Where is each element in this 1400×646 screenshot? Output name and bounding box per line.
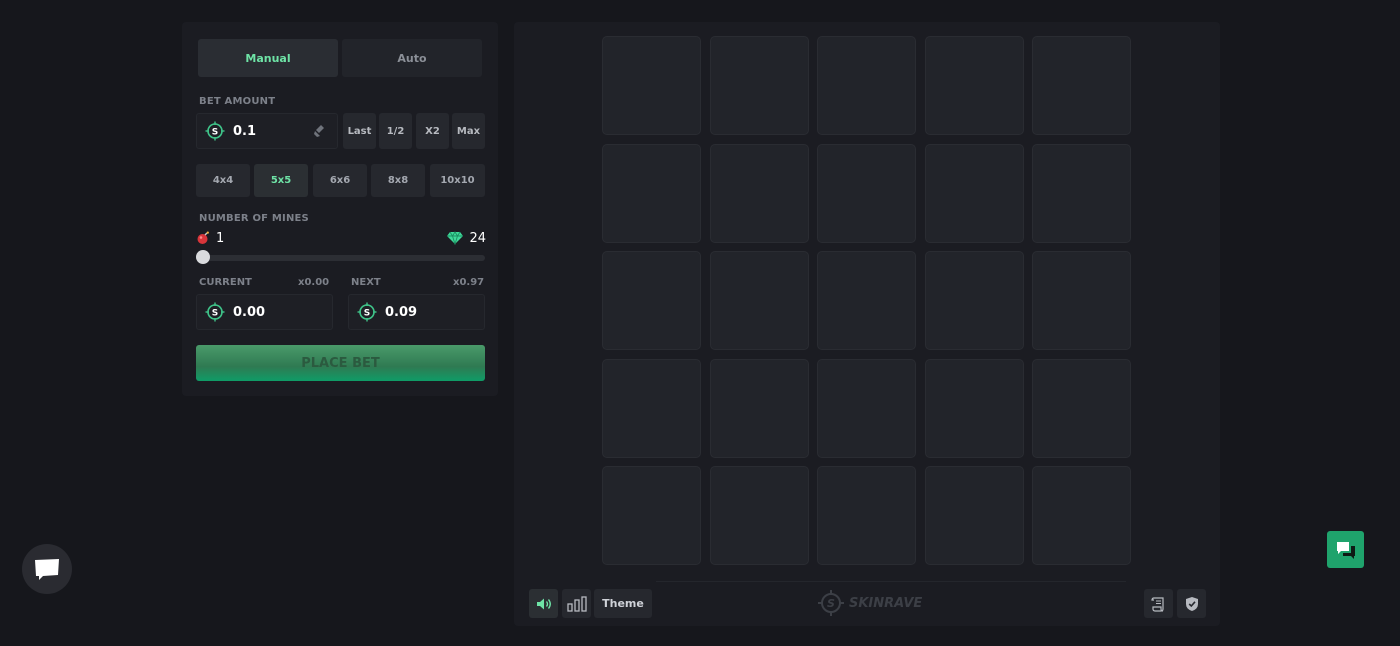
provably-fair-button[interactable] [1177, 589, 1206, 618]
bet-panel: Manual Auto BET AMOUNT S 0.1 Last 1/2 X2… [182, 22, 498, 396]
grid-4x4-button[interactable]: 4x4 [196, 164, 250, 197]
board-tile[interactable] [709, 466, 809, 565]
brand-name: SKINRAVE [849, 595, 923, 611]
board-tile[interactable] [817, 251, 916, 350]
bet-amount-value: 0.1 [233, 123, 257, 139]
mines-slider-thumb[interactable] [196, 250, 210, 264]
theme-button[interactable]: Theme [594, 589, 652, 618]
bet-amount-label: BET AMOUNT [199, 96, 276, 107]
board-tile[interactable] [602, 251, 701, 350]
mines-count: 1 [216, 230, 225, 246]
mines-row: 1 24 [196, 229, 486, 247]
next-payout-value: 0.09 [385, 304, 418, 320]
board-tile[interactable] [924, 466, 1024, 565]
support-button[interactable] [1327, 531, 1364, 568]
current-multiplier: x0.00 [298, 277, 330, 288]
place-bet-button[interactable]: PLACE BET [196, 345, 485, 381]
board-tile[interactable] [1032, 251, 1131, 350]
current-label: CURRENT [199, 277, 252, 288]
current-payout-field: S 0.00 [196, 294, 333, 330]
mines-label: NUMBER OF MINES [199, 213, 309, 224]
svg-text:S: S [827, 597, 835, 610]
board-tile[interactable] [1032, 143, 1131, 243]
brand-logo: S SKINRAVE [817, 589, 922, 617]
board-tile[interactable] [817, 143, 916, 243]
board-tile[interactable] [924, 251, 1024, 350]
mines-slider-track[interactable] [196, 255, 485, 261]
board-tile[interactable] [1032, 36, 1131, 135]
board-tile[interactable] [817, 36, 916, 135]
board-tile[interactable] [1032, 358, 1131, 458]
svg-text:S: S [212, 128, 218, 138]
board-tile[interactable] [709, 36, 809, 135]
bet-amount-field[interactable]: S 0.1 [196, 113, 338, 149]
max-bet-button[interactable]: Max [452, 113, 485, 149]
history-button[interactable] [1144, 589, 1173, 618]
board-tile[interactable] [817, 358, 916, 458]
skinrave-coin-icon: S [205, 302, 225, 322]
speaker-icon [536, 598, 551, 609]
half-bet-button[interactable]: 1/2 [379, 113, 412, 149]
board-tile[interactable] [924, 36, 1024, 135]
board-tile[interactable] [602, 36, 701, 135]
bar-chart-icon [566, 595, 587, 612]
bomb-icon [197, 231, 209, 244]
board-tile[interactable] [924, 143, 1024, 243]
double-bet-button[interactable]: X2 [416, 113, 449, 149]
next-multiplier: x0.97 [453, 277, 485, 288]
last-bet-button[interactable]: Last [343, 113, 376, 149]
current-payout-value: 0.00 [233, 304, 266, 320]
grid-10x10-button[interactable]: 10x10 [430, 164, 485, 197]
board-tile[interactable] [709, 143, 809, 243]
skinrave-coin-icon: S [205, 121, 225, 141]
chat-button[interactable] [22, 544, 72, 594]
gems-count: 24 [469, 230, 486, 246]
grid-5x5-button[interactable]: 5x5 [254, 164, 308, 197]
skinrave-logo-icon: S [818, 590, 844, 616]
board-tile[interactable] [602, 143, 701, 243]
svg-text:S: S [364, 309, 370, 319]
board-tile[interactable] [602, 466, 701, 565]
chat-bubble-icon [35, 559, 59, 580]
board-divider [656, 581, 1126, 582]
stats-button[interactable] [562, 589, 591, 618]
board-tile[interactable] [709, 251, 809, 350]
diamond-icon [447, 231, 464, 245]
scroll-icon [1150, 596, 1164, 612]
mode-auto-button[interactable]: Auto [342, 39, 482, 77]
grid-6x6-button[interactable]: 6x6 [313, 164, 367, 197]
board-tile[interactable] [1032, 466, 1131, 565]
support-chat-icon [1336, 541, 1355, 559]
board-tile[interactable] [709, 358, 809, 458]
svg-text:S: S [212, 309, 218, 319]
mode-manual-button[interactable]: Manual [198, 39, 338, 77]
mode-toggle: Manual Auto [198, 39, 482, 77]
grid-8x8-button[interactable]: 8x8 [371, 164, 425, 197]
next-payout-field: S 0.09 [348, 294, 485, 330]
clear-icon[interactable] [313, 124, 327, 138]
mines-board: Theme S SKINRAVE [514, 22, 1220, 626]
shield-icon [1185, 596, 1198, 611]
board-tile[interactable] [924, 358, 1024, 458]
next-label: NEXT [351, 277, 381, 288]
skinrave-coin-icon: S [357, 302, 377, 322]
sound-toggle-button[interactable] [529, 589, 558, 618]
board-tile[interactable] [602, 358, 701, 458]
board-tile[interactable] [817, 466, 916, 565]
